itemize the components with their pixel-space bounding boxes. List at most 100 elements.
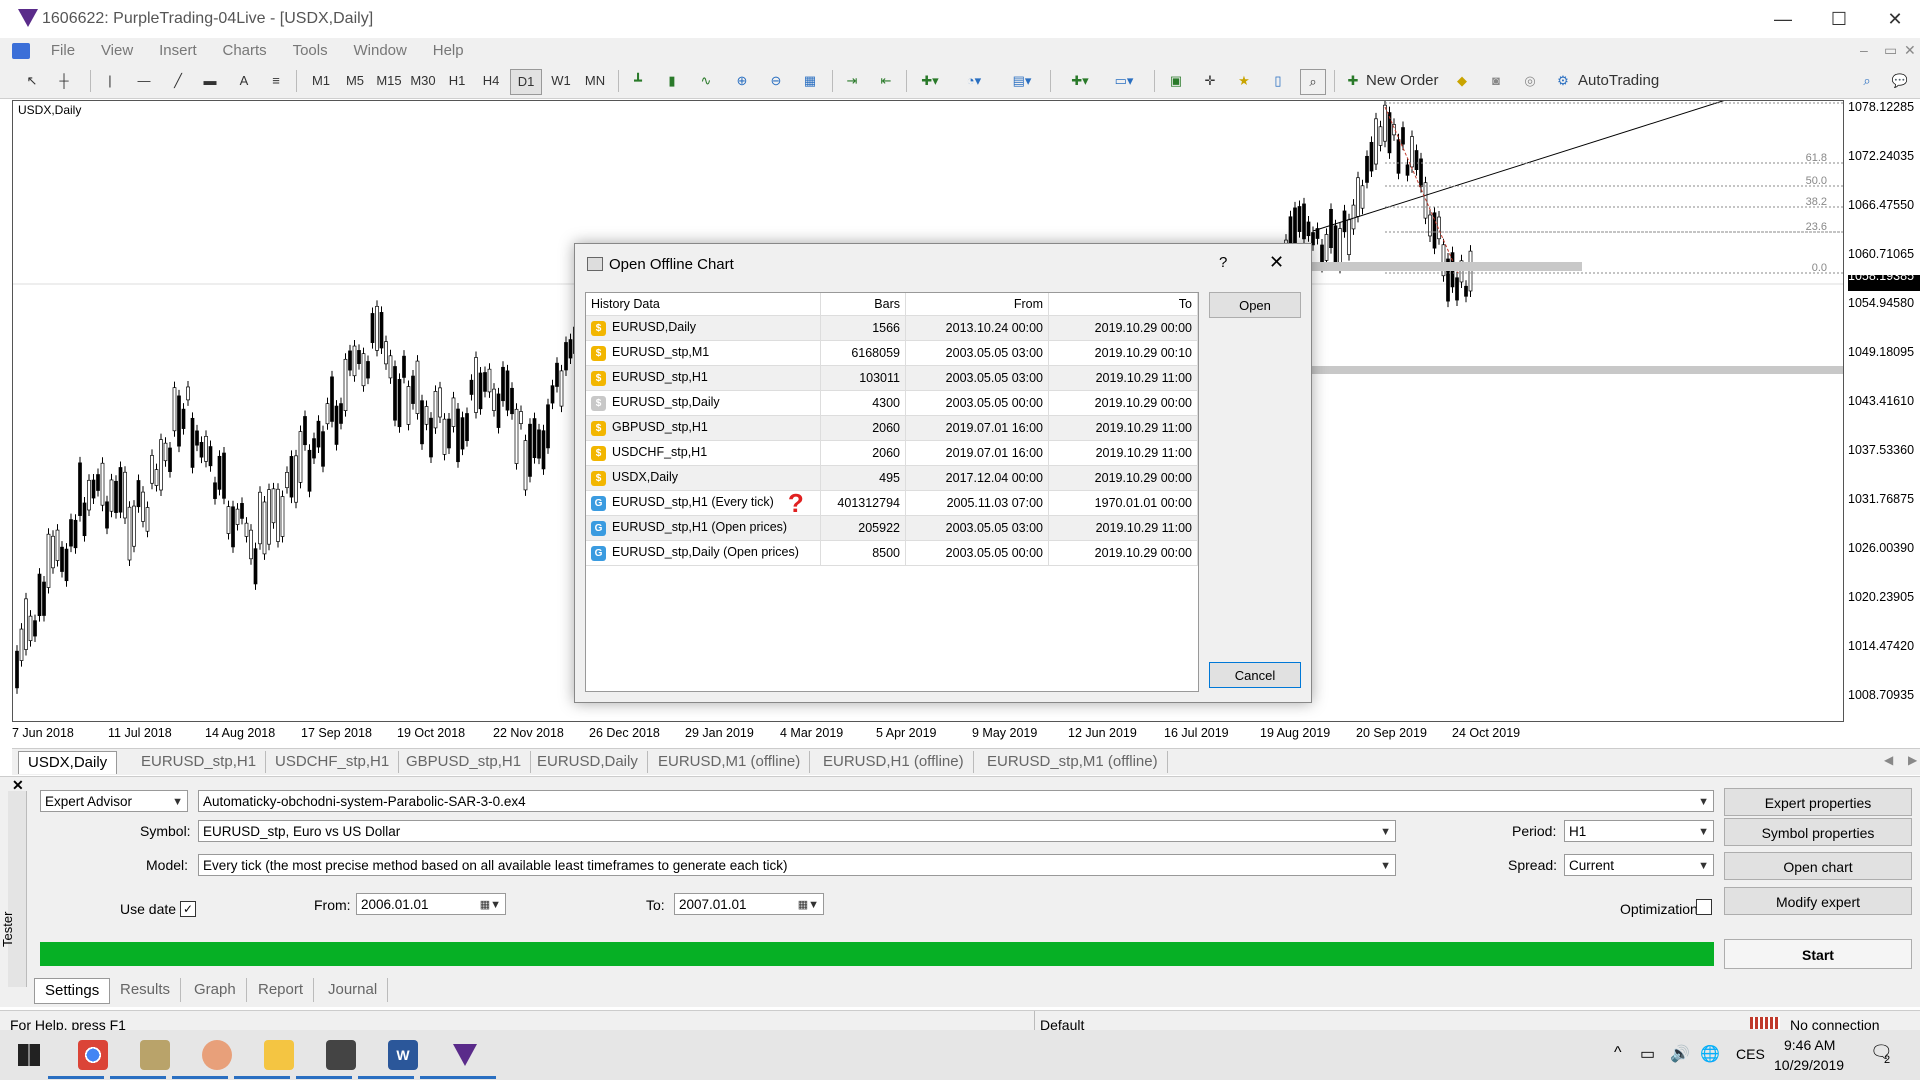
line-chart-icon[interactable]: ∿ xyxy=(694,69,718,93)
menu-view[interactable]: View xyxy=(90,38,144,64)
column-from[interactable]: From xyxy=(905,293,1049,316)
indicators-icon[interactable]: ✚▾ xyxy=(914,69,946,93)
history-row[interactable]: $ EURUSD_stp,H1 103011 2003.05.05 03:00 2019… xyxy=(586,365,1198,391)
windows-start-icon[interactable] xyxy=(18,1044,40,1066)
tab-eurusd-h1-offline[interactable]: EURUSD,H1 (offline) xyxy=(814,751,974,773)
text-icon[interactable]: A xyxy=(234,69,254,93)
tester-tab-results[interactable]: Results xyxy=(110,978,182,1002)
symbol-select[interactable]: EURUSD_stp, Euro vs US Dollar ▼ xyxy=(198,820,1396,842)
terminal-icon[interactable]: ▯ xyxy=(1266,69,1290,93)
cancel-button[interactable]: Cancel xyxy=(1209,662,1301,688)
chart-shift-icon[interactable]: ⇤ xyxy=(874,69,898,93)
mdi-close-button[interactable]: ✕ xyxy=(1904,42,1916,59)
optimization-checkbox[interactable] xyxy=(1696,899,1712,915)
history-row[interactable]: G EURUSD_stp,H1 (Open prices) 205922 2003.0… xyxy=(586,515,1198,541)
autotrading-button[interactable]: AutoTrading xyxy=(1578,69,1668,93)
navigator-icon[interactable]: ★ xyxy=(1232,69,1256,93)
expert-select[interactable]: Automaticky-obchodni-system-Parabolic-SA… xyxy=(198,790,1714,812)
to-date-input[interactable]: 2007.01.01 ▦▼ xyxy=(674,893,824,915)
modify-expert-button[interactable]: Modify expert xyxy=(1724,887,1912,915)
periods-icon[interactable]: ◔▾ xyxy=(958,69,990,93)
tester-tab-settings[interactable]: Settings xyxy=(34,978,111,1004)
volume-icon[interactable]: 🔊 xyxy=(1670,1044,1690,1064)
maximize-button[interactable]: ☐ xyxy=(1816,0,1862,38)
history-row[interactable]: $ EURUSD_stp,Daily 4300 2003.05.05 00:00 201… xyxy=(586,390,1198,416)
timeframe-m15[interactable]: M15 xyxy=(374,69,404,93)
tab-usdx-daily[interactable]: USDX,Daily xyxy=(18,751,118,774)
tab-scroll-right-icon[interactable]: ▶ xyxy=(1908,753,1917,767)
profiles-icon[interactable]: ▭▾ xyxy=(1106,69,1142,93)
zoom-out-icon[interactable]: ⊖ xyxy=(764,69,788,93)
templates-icon[interactable]: ▤▾ xyxy=(1004,69,1040,93)
tile-windows-icon[interactable]: ▦ xyxy=(798,69,822,93)
history-row[interactable]: $ EURUSD_stp,M1 6168059 2003.05.05 03:00 201… xyxy=(586,340,1198,366)
search-icon[interactable]: ⌕ xyxy=(1856,69,1878,93)
metatrader-icon[interactable] xyxy=(450,1040,480,1070)
start-button[interactable]: Start xyxy=(1724,939,1912,969)
horizontal-line-icon[interactable]: — xyxy=(134,69,154,93)
app-icon-2[interactable] xyxy=(202,1040,232,1070)
tester-tab-report[interactable]: Report xyxy=(248,978,315,1002)
metaeditor-icon[interactable]: ◆ xyxy=(1450,69,1474,93)
timeframe-m30[interactable]: M30 xyxy=(408,69,438,93)
tab-eurusd-daily[interactable]: EURUSD,Daily xyxy=(528,751,648,773)
options-icon[interactable]: ◎ xyxy=(1518,69,1542,93)
signals-icon[interactable]: ◙ xyxy=(1484,69,1508,93)
tester-type-select[interactable]: Expert Advisor ▼ xyxy=(40,790,188,812)
calculator-icon[interactable] xyxy=(326,1040,356,1070)
use-date-checkbox[interactable]: ✓ xyxy=(180,901,196,917)
tab-usdchf-stp-h1[interactable]: USDCHF_stp,H1 xyxy=(266,751,400,773)
rectangle-icon[interactable]: ▬ xyxy=(200,69,220,93)
model-select[interactable]: Every tick (the most precise method base… xyxy=(198,854,1396,876)
history-row[interactable]: $ EURUSD,Daily 1566 2013.10.24 00:00 2019.10… xyxy=(586,315,1198,341)
timeframe-d1[interactable]: D1 xyxy=(510,69,542,95)
menu-tools[interactable]: Tools xyxy=(282,38,339,64)
tab-scroll-left-icon[interactable]: ◀ xyxy=(1884,753,1893,767)
network-icon[interactable]: 🌐 xyxy=(1700,1044,1720,1064)
column-history-data[interactable]: History Data xyxy=(586,293,821,316)
bar-chart-icon[interactable]: ┻ xyxy=(626,69,650,93)
dialog-help-button[interactable]: ? xyxy=(1219,254,1227,271)
history-data-list[interactable]: History Data Bars From To $ EURUSD,Daily 1… xyxy=(585,292,1199,692)
tab-gbpusd-stp-h1[interactable]: GBPUSD_stp,H1 xyxy=(397,751,532,773)
fibonacci-icon[interactable]: ≡ xyxy=(266,69,286,93)
mdi-minimize-button[interactable]: – xyxy=(1860,42,1868,58)
column-to[interactable]: To xyxy=(1048,293,1198,316)
clock-date[interactable]: 10/29/2019 xyxy=(1774,1057,1844,1073)
trendline-icon[interactable]: ╱ xyxy=(168,69,188,93)
timeframe-w1[interactable]: W1 xyxy=(546,69,576,93)
app-icon-1[interactable] xyxy=(140,1040,170,1070)
zoom-in-icon[interactable]: ⊕ xyxy=(730,69,754,93)
crosshair-icon[interactable]: ┼ xyxy=(54,69,74,93)
file-explorer-icon[interactable] xyxy=(264,1040,294,1070)
period-select[interactable]: H1 ▼ xyxy=(1564,820,1714,842)
candlestick-icon[interactable]: ▮ xyxy=(660,69,684,93)
history-row[interactable]: $ GBPUSD_stp,H1 2060 2019.07.01 16:00 2019.1… xyxy=(586,415,1198,441)
timeframe-h4[interactable]: H4 xyxy=(476,69,506,93)
dialog-close-button[interactable]: ✕ xyxy=(1269,252,1284,273)
history-row[interactable]: G EURUSD_stp,Daily (Open prices) 8500 2003.… xyxy=(586,540,1198,566)
timeframe-mn[interactable]: MN xyxy=(580,69,610,93)
menu-insert[interactable]: Insert xyxy=(148,38,208,64)
open-chart-button[interactable]: Open chart xyxy=(1724,852,1912,880)
expert-properties-button[interactable]: Expert properties xyxy=(1724,788,1912,816)
market-watch-icon[interactable]: ▣ xyxy=(1164,69,1188,93)
chevron-up-icon[interactable]: ^ xyxy=(1614,1044,1622,1062)
new-chart-icon[interactable]: ✚▾ xyxy=(1062,69,1098,93)
vertical-line-icon[interactable]: | xyxy=(100,69,120,93)
menu-file[interactable]: File xyxy=(40,38,86,64)
language-indicator[interactable]: CES xyxy=(1736,1046,1765,1062)
autoscroll-icon[interactable]: ⇥ xyxy=(840,69,864,93)
clock-time[interactable]: 9:46 AM xyxy=(1784,1037,1835,1053)
history-row[interactable]: $ USDCHF_stp,H1 2060 2019.07.01 16:00 2019.1… xyxy=(586,440,1198,466)
tab-eurusd-stp-m1-offline[interactable]: EURUSD_stp,M1 (offline) xyxy=(978,751,1168,773)
new-order-button[interactable]: New Order xyxy=(1366,69,1442,93)
timeframe-m1[interactable]: M1 xyxy=(306,69,336,93)
new-order-icon[interactable]: ✚ xyxy=(1342,69,1364,93)
timeframe-m5[interactable]: M5 xyxy=(340,69,370,93)
menu-help[interactable]: Help xyxy=(422,38,475,64)
autotrading-icon[interactable]: ⚙ xyxy=(1552,69,1574,93)
cursor-icon[interactable]: ↖ xyxy=(22,69,42,93)
calendar-icon[interactable]: ▦▼ xyxy=(480,894,501,916)
tester-tab-journal[interactable]: Journal xyxy=(318,978,389,1002)
